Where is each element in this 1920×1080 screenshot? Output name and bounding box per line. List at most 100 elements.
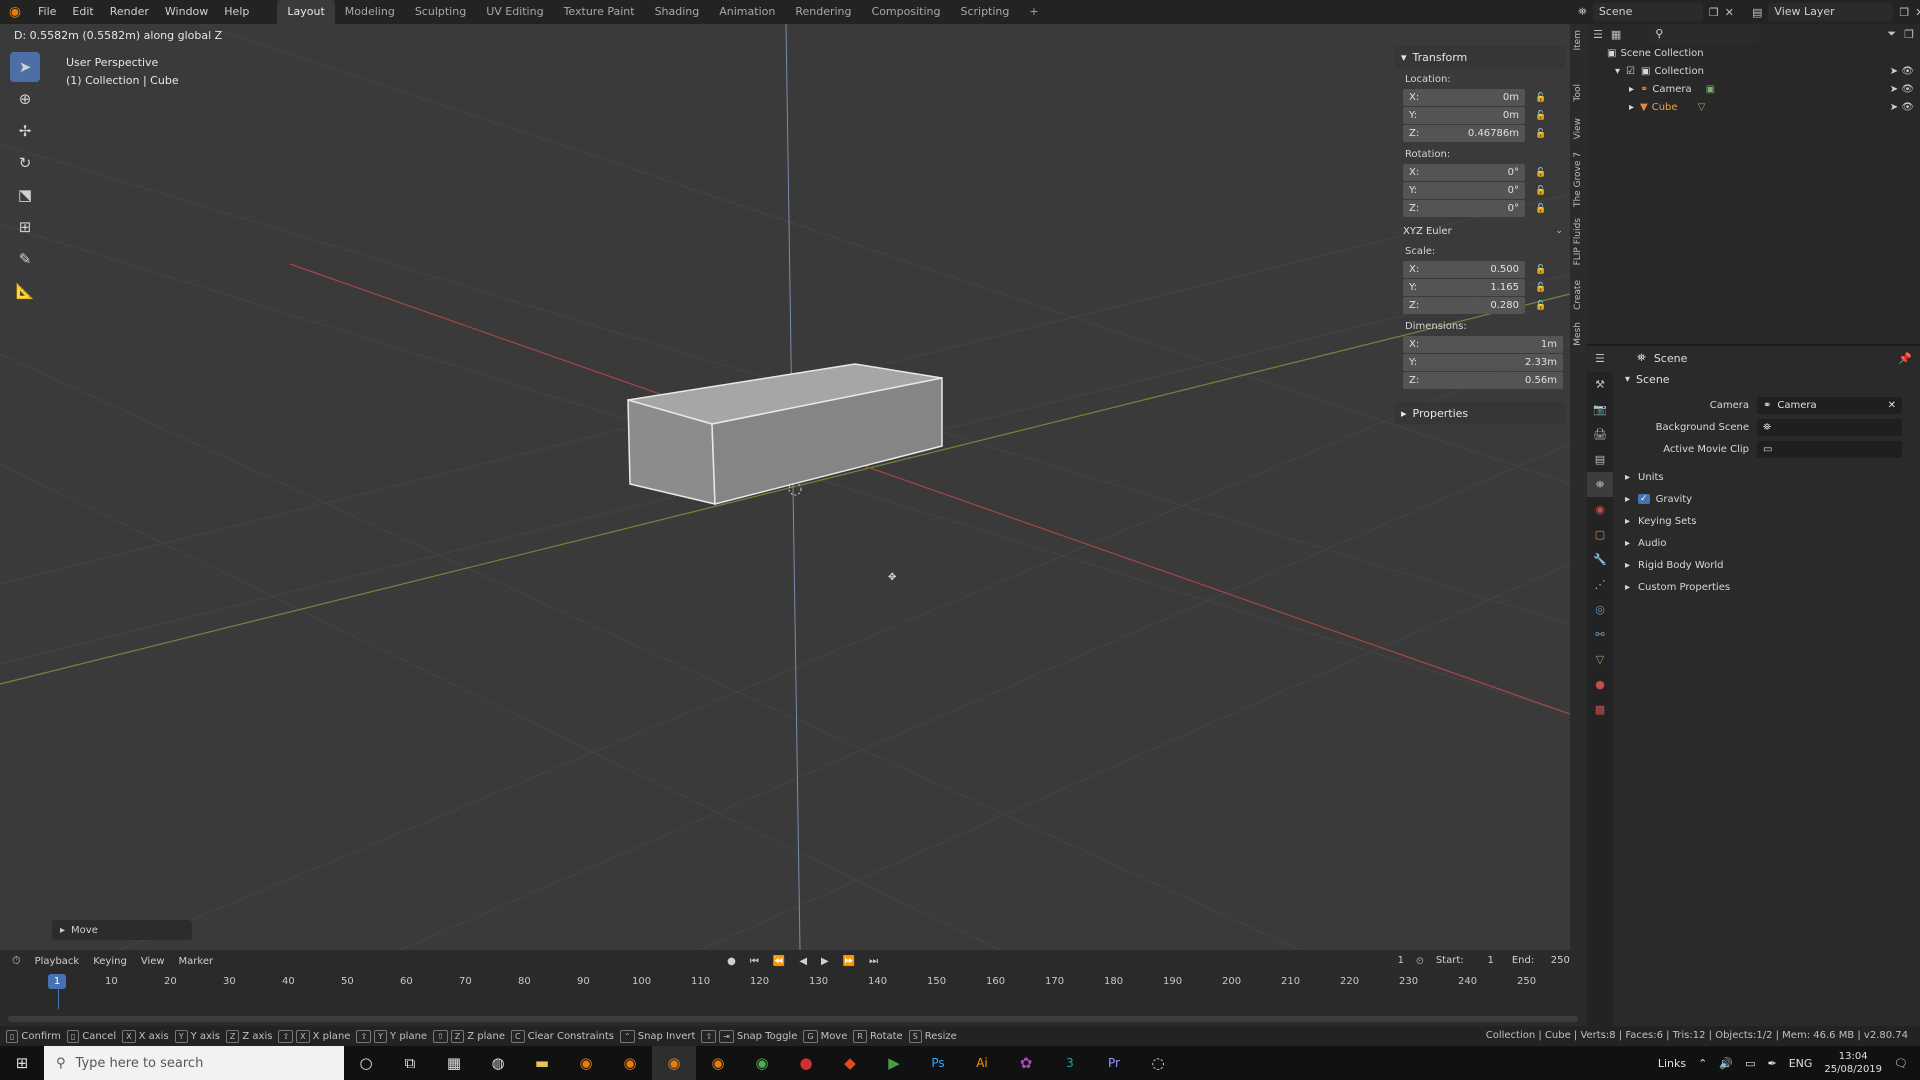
- rotation-y-field[interactable]: Y: 0°: [1403, 182, 1525, 199]
- tab-create[interactable]: Create: [1573, 280, 1583, 310]
- app-red-icon[interactable]: ●: [784, 1046, 828, 1080]
- tab-tool[interactable]: Tool: [1573, 84, 1583, 101]
- constraints-props-icon[interactable]: ⚯: [1587, 622, 1613, 647]
- file-explorer-icon[interactable]: ▬: [520, 1046, 564, 1080]
- lock-icon[interactable]: 🔓: [1535, 93, 1546, 103]
- editor-type-icon[interactable]: ☰: [1595, 352, 1605, 365]
- new-scene-icon[interactable]: ❐: [1709, 6, 1719, 19]
- play-icon[interactable]: ▶: [821, 956, 829, 967]
- app-orange-icon[interactable]: ◆: [828, 1046, 872, 1080]
- pin-icon[interactable]: 📌: [1898, 352, 1912, 365]
- lock-icon[interactable]: 🔓: [1535, 129, 1546, 139]
- location-x-field[interactable]: X: 0m: [1403, 89, 1525, 106]
- lock-icon[interactable]: 🔓: [1535, 186, 1546, 196]
- close-scene-icon[interactable]: ✕: [1725, 6, 1734, 19]
- active-movie-clip-field[interactable]: ▭: [1757, 440, 1902, 458]
- view-layer-selector[interactable]: ▤ View Layer ❐ ✕: [1752, 0, 1920, 24]
- add-workspace-button[interactable]: +: [1019, 0, 1048, 24]
- scene-props-icon[interactable]: ⛯: [1587, 472, 1613, 497]
- visibility-icons[interactable]: ➤ 👁: [1890, 102, 1914, 113]
- chevron-up-icon[interactable]: ⌃: [1698, 1057, 1707, 1070]
- tab-sculpting[interactable]: Sculpting: [405, 0, 476, 24]
- tab-rendering[interactable]: Rendering: [785, 0, 861, 24]
- tab-texture-paint[interactable]: Texture Paint: [554, 0, 645, 24]
- links-toolbar[interactable]: Links: [1658, 1057, 1686, 1070]
- tab-view[interactable]: View: [1573, 118, 1583, 139]
- texture-props-icon[interactable]: ▩: [1587, 697, 1613, 722]
- rotation-x-field[interactable]: X: 0°: [1403, 164, 1525, 181]
- lock-icon[interactable]: 🔓: [1535, 283, 1546, 293]
- tab-compositing[interactable]: Compositing: [862, 0, 951, 24]
- scale-y-field[interactable]: Y: 1.165: [1403, 279, 1525, 296]
- scale-z-field[interactable]: Z: 0.280: [1403, 297, 1525, 314]
- location-y-field[interactable]: Y: 0m: [1403, 107, 1525, 124]
- filter-icon[interactable]: ⏷: [1887, 27, 1896, 41]
- scene-selector[interactable]: ⛯ Scene ❐ ✕: [1578, 0, 1734, 24]
- tab-scripting[interactable]: Scripting: [950, 0, 1019, 24]
- lock-icon[interactable]: 🔓: [1535, 168, 1546, 178]
- tab-modeling[interactable]: Modeling: [335, 0, 405, 24]
- particles-props-icon[interactable]: ⋰: [1587, 572, 1613, 597]
- blender-app-icon[interactable]: ◉: [608, 1046, 652, 1080]
- blender-app-icon[interactable]: ◉: [696, 1046, 740, 1080]
- cursor-tool-icon[interactable]: ⊕: [10, 84, 40, 114]
- dimensions-z-field[interactable]: Z: 0.56m: [1403, 372, 1563, 389]
- clock[interactable]: 13:04 25/08/2019: [1824, 1050, 1882, 1076]
- premiere-icon[interactable]: Pr: [1092, 1046, 1136, 1080]
- tool-props-icon[interactable]: ⚒: [1587, 372, 1613, 397]
- expand-arrow-icon[interactable]: ▾: [1615, 66, 1620, 77]
- close-view-layer-icon[interactable]: ✕: [1915, 6, 1920, 19]
- calculator-icon[interactable]: ▦: [432, 1046, 476, 1080]
- render-props-icon[interactable]: 📷: [1587, 397, 1613, 422]
- dimensions-y-field[interactable]: Y: 2.33m: [1403, 354, 1563, 371]
- menu-edit[interactable]: Edit: [64, 0, 101, 24]
- lock-icon[interactable]: 🔓: [1535, 265, 1546, 275]
- rotate-tool-icon[interactable]: ↻: [10, 148, 40, 178]
- task-view-icon[interactable]: ⧉: [388, 1046, 432, 1080]
- cortana-icon[interactable]: ○: [344, 1046, 388, 1080]
- clock-icon[interactable]: ⏲: [1416, 956, 1424, 967]
- photoshop-icon[interactable]: Ps: [916, 1046, 960, 1080]
- editor-type-icon[interactable]: ⏱: [12, 954, 21, 968]
- lock-icon[interactable]: 🔓: [1535, 204, 1546, 214]
- new-view-layer-icon[interactable]: ❐: [1899, 6, 1909, 19]
- app-3-icon[interactable]: 3: [1048, 1046, 1092, 1080]
- outliner-search-input[interactable]: ⚲: [1649, 25, 1760, 43]
- tab-the-grove[interactable]: The Grove 7: [1573, 152, 1583, 207]
- rigid-body-world-section[interactable]: ▸ Rigid Body World: [1625, 556, 1915, 574]
- keying-menu[interactable]: Keying: [93, 956, 127, 967]
- material-props-icon[interactable]: ●: [1587, 672, 1613, 697]
- move-operator-panel[interactable]: ▸ Move: [52, 920, 192, 940]
- visibility-icons[interactable]: ➤ 👁: [1890, 84, 1914, 95]
- network-icon[interactable]: ▭: [1745, 1057, 1755, 1070]
- clear-icon[interactable]: ✕: [1888, 400, 1896, 411]
- current-frame-field[interactable]: 1: [1358, 952, 1410, 970]
- move-tool-icon[interactable]: ✢: [10, 116, 40, 146]
- tab-item[interactable]: Item: [1573, 30, 1583, 51]
- select-tool-icon[interactable]: ➤: [10, 52, 40, 82]
- data-props-icon[interactable]: ▽: [1587, 647, 1613, 672]
- end-frame-field[interactable]: End: 250: [1505, 952, 1576, 970]
- jump-end-icon[interactable]: ⏭: [869, 956, 878, 967]
- keying-sets-section[interactable]: ▸ Keying Sets: [1625, 512, 1915, 530]
- outliner-scene-collection[interactable]: ▣ Scene Collection: [1587, 44, 1920, 62]
- view-layer-field[interactable]: View Layer: [1768, 3, 1894, 21]
- physics-props-icon[interactable]: ◎: [1587, 597, 1613, 622]
- background-scene-field[interactable]: ⛯: [1757, 418, 1902, 436]
- tab-uv-editing[interactable]: UV Editing: [476, 0, 553, 24]
- blender-app-active-icon[interactable]: ◉: [652, 1046, 696, 1080]
- outliner-collection[interactable]: ▾ ☑ ▣ Collection ➤ 👁: [1587, 62, 1920, 80]
- notifications-icon[interactable]: 🗨: [1894, 1057, 1908, 1070]
- checkbox-icon[interactable]: ☑: [1626, 66, 1635, 77]
- marker-menu[interactable]: Marker: [179, 956, 214, 967]
- output-props-icon[interactable]: 🖨: [1587, 422, 1613, 447]
- start-frame-field[interactable]: Start: 1: [1429, 952, 1500, 970]
- media-player-icon[interactable]: ▶: [872, 1046, 916, 1080]
- next-keyframe-icon[interactable]: ⏩: [843, 956, 855, 967]
- chrome-icon[interactable]: ◉: [740, 1046, 784, 1080]
- tab-shading[interactable]: Shading: [645, 0, 710, 24]
- blender-logo-icon[interactable]: ◉: [0, 0, 30, 24]
- visibility-icons[interactable]: ➤ 👁: [1890, 66, 1914, 77]
- view-menu[interactable]: View: [141, 956, 165, 967]
- app-multicolor-icon[interactable]: ✿: [1004, 1046, 1048, 1080]
